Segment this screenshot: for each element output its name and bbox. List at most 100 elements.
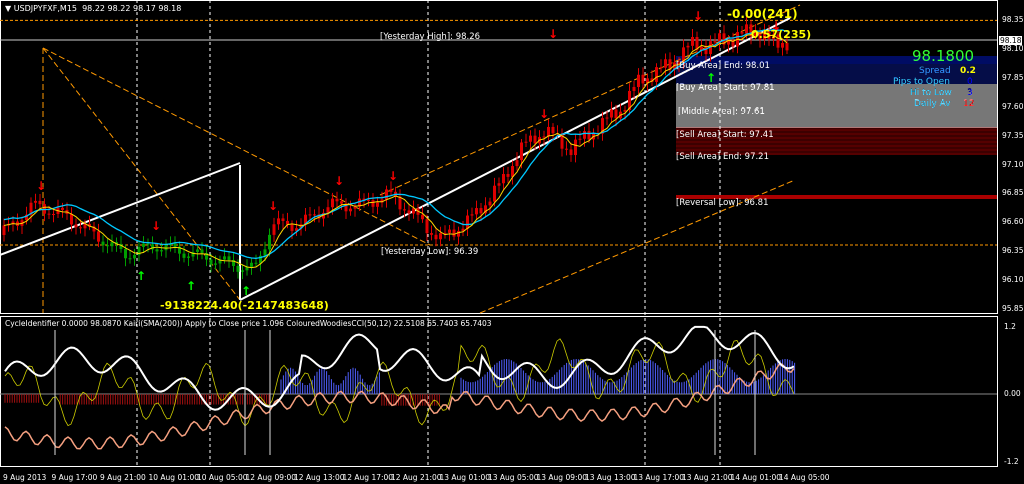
level-buy-end: [Buy Area] End: 98.01 — [676, 61, 770, 71]
candle-body — [664, 59, 667, 68]
candle-body — [389, 189, 393, 192]
time-tick: 10 Aug 01:00 — [148, 473, 200, 482]
time-tick: 13 Aug 13:00 — [585, 473, 636, 482]
candle-body — [200, 249, 204, 254]
candle-body — [326, 207, 330, 213]
candle-body — [335, 198, 339, 202]
candle-body — [502, 174, 505, 184]
candle-body — [187, 256, 190, 258]
grid-lines — [0, 0, 998, 467]
candle-body — [745, 24, 748, 34]
candle-body — [497, 183, 501, 186]
candle-body — [331, 198, 334, 208]
price-tick: 95.85 — [1002, 304, 1024, 313]
candle-body — [686, 45, 690, 48]
candle-body — [241, 270, 244, 272]
quote: 98.22 98.22 98.17 98.18 — [82, 4, 182, 13]
candle-body — [128, 258, 132, 260]
candle-body — [38, 200, 42, 205]
trendline — [0, 162, 241, 256]
sell-arrow-icon: ↓ — [388, 169, 398, 183]
candle-body — [740, 32, 744, 34]
buy-arrow-icon: ↑ — [136, 269, 146, 283]
candle-body — [655, 67, 658, 82]
candle-body — [146, 243, 150, 245]
candle-body — [250, 262, 253, 267]
candle-body — [133, 254, 136, 259]
candle-body — [277, 218, 280, 225]
time-tick: 12 Aug 21:00 — [391, 473, 442, 482]
candle-body — [101, 241, 105, 246]
indicator-header: CycleIdentifier 0.0000 98.0870 Kairi(SMA… — [5, 319, 492, 328]
candle-body — [434, 234, 438, 240]
candle-body — [74, 224, 78, 228]
candle-body — [691, 36, 694, 46]
candle-body — [439, 233, 442, 240]
info-hi-low-label: Hi to Low — [910, 88, 952, 98]
time-tick: 14 Aug 01:00 — [730, 473, 782, 482]
candle-body — [785, 42, 789, 51]
sell-arrow-icon: ↓ — [334, 174, 344, 188]
candle-body — [614, 109, 618, 119]
candle-body — [97, 231, 100, 242]
cci-signal-line — [4, 338, 795, 427]
time-tick: 13 Aug 01:00 — [439, 473, 491, 482]
candle-body — [659, 67, 663, 69]
kairi-line — [4, 363, 795, 450]
candle-body — [223, 256, 226, 260]
time-tick: 13 Aug 17:00 — [633, 473, 685, 482]
candle-body — [470, 214, 474, 216]
candle-body — [425, 219, 429, 234]
candle-body — [583, 131, 586, 139]
time-tick: 12 Aug 13:00 — [294, 473, 345, 482]
candle-body — [466, 215, 469, 229]
candle-body — [367, 199, 370, 201]
candle-body — [574, 139, 577, 156]
sell-arrow-icon: ↓ — [268, 199, 278, 213]
indicator-tick: 0.00 — [1004, 389, 1021, 398]
candle-body — [547, 126, 550, 137]
candle-body — [475, 208, 478, 215]
price-tick: 97.10 — [1002, 159, 1024, 169]
chart-title: ▼ USDJPYFXF,M15 98.22 98.22 98.17 98.18 — [5, 4, 182, 13]
candle-body — [506, 174, 510, 177]
candle-body — [713, 41, 717, 43]
candle-body — [79, 227, 82, 229]
info-spread-label: Spread — [919, 66, 951, 76]
candle-body — [308, 214, 312, 216]
info-spread-value: 0.2 — [960, 66, 976, 76]
time-tick: 12 Aug 09:00 — [245, 473, 297, 482]
candle-body — [529, 135, 532, 142]
candle-body — [34, 200, 37, 203]
buy-arrow-icon: ↑ — [241, 284, 251, 298]
candle-body — [533, 135, 537, 144]
level-buy-start: [Buy Area] Start: 97.81 — [676, 83, 775, 93]
candle-body — [340, 201, 343, 204]
candle-body — [605, 117, 609, 119]
chart-canvas[interactable]: ↓↓↓↓ ↓↓↓↓↓↑↑ ↑↑ — [0, 0, 1024, 484]
sell-arrow-icon: ↓ — [36, 179, 46, 193]
candle-body — [781, 42, 784, 48]
current-price-tag: 98.18 — [999, 36, 1023, 45]
candle-body — [290, 224, 294, 231]
price-tick: 97.85 — [1002, 72, 1024, 82]
time-tick: 13 Aug 05:00 — [488, 473, 539, 482]
candle-body — [70, 213, 73, 225]
candle-body — [565, 148, 568, 150]
candle-body — [452, 229, 456, 237]
candle-body — [227, 256, 231, 260]
candle-body — [403, 209, 406, 211]
candle-body — [155, 249, 159, 252]
candle-body — [520, 142, 523, 161]
candle-body — [385, 189, 388, 200]
candle-body — [569, 149, 573, 156]
candle-body — [587, 131, 591, 140]
candle-body — [421, 214, 424, 220]
level-reversal-low: [Reversal Low]: 96.81 — [676, 198, 769, 208]
candle-body — [209, 259, 213, 265]
candle-body — [47, 213, 51, 215]
candle-body — [110, 242, 114, 247]
candle-body — [457, 230, 460, 237]
sell-arrow-icon: ↓ — [693, 9, 703, 23]
candle-body — [214, 263, 217, 265]
